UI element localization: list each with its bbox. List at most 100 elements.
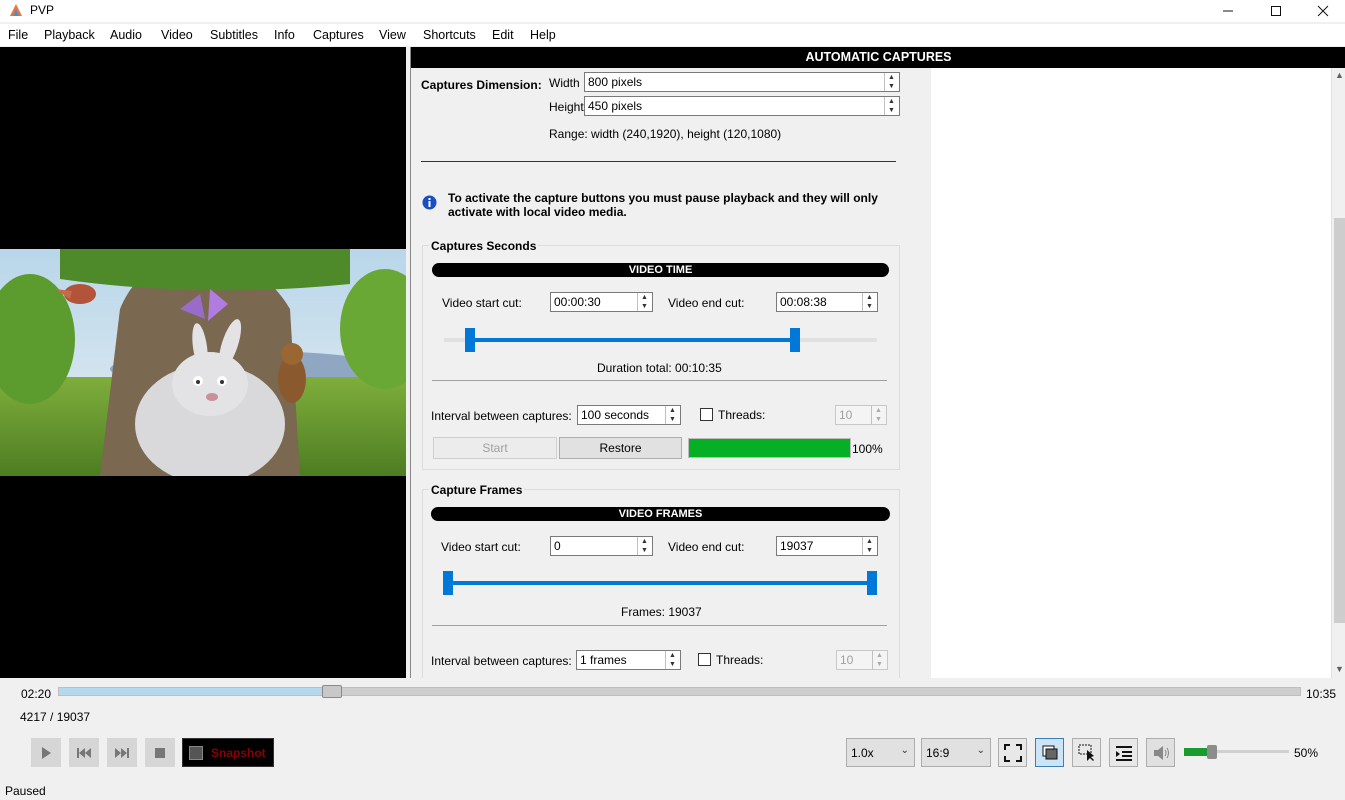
stop-button[interactable] [145,738,175,767]
cursor-select-icon [1078,744,1094,761]
spin-down-icon[interactable]: ▼ [876,660,883,669]
scroll-down-icon[interactable]: ▼ [1335,664,1344,674]
aspect-value: 16:9 [926,746,950,760]
spin-up-icon[interactable]: ▲ [669,406,676,415]
frames-range-slider[interactable] [444,581,877,585]
snapshot-button[interactable]: Snapshot [182,738,274,767]
spin-down-icon[interactable]: ▼ [875,415,882,424]
spin-up-icon[interactable]: ▲ [866,293,873,302]
seconds-start-handle[interactable] [464,328,475,352]
captures-panel-button[interactable] [1035,738,1064,767]
aspect-select[interactable]: 16:9 ⌄ [921,738,991,767]
frames-threads-spinbox[interactable]: 10 ▲ ▼ [836,650,888,670]
scroll-up-icon[interactable]: ▲ [1335,70,1344,80]
scrollbar-thumb[interactable] [1334,218,1345,623]
video-time-band: VIDEO TIME [432,263,889,277]
seek-bar[interactable] [58,685,1301,698]
spin-up-icon[interactable]: ▲ [866,537,873,546]
spin-down-icon[interactable]: ▼ [888,82,895,91]
spin-up-icon[interactable]: ▲ [641,537,648,546]
frames-start-spinbox[interactable]: 0 ▲ ▼ [550,536,653,556]
restore-button[interactable]: Restore [559,437,682,459]
capture-frames-label: Capture Frames [429,483,525,497]
seconds-interval-spinbox[interactable]: 100 seconds ▲ ▼ [577,405,681,425]
menu-subtitles[interactable]: Subtitles [210,28,258,42]
spin-down-icon[interactable]: ▼ [888,106,895,115]
menu-video[interactable]: Video [161,28,193,42]
frames-start-handle[interactable] [443,571,453,595]
menu-help[interactable]: Help [530,28,556,42]
next-button[interactable] [107,738,137,767]
volume-handle[interactable] [1207,745,1218,759]
start-button[interactable]: Start [433,437,557,459]
menu-edit[interactable]: Edit [492,28,514,42]
menu-bar: File Playback Audio Video Subtitles Info… [0,24,1345,46]
seconds-interval-value: 100 seconds [581,408,650,422]
width-spinbox[interactable]: 800 pixels ▲ ▼ [584,72,900,92]
capture-progress-percent: 100% [852,442,883,456]
mute-button[interactable] [1146,738,1175,767]
video-frame-image [0,249,406,476]
title-bar: PVP [0,0,1345,22]
spin-down-icon[interactable]: ▼ [641,302,648,311]
play-button[interactable] [31,738,61,767]
capture-progress-fill [689,439,850,457]
seek-bar-fill [59,688,333,695]
spin-up-icon[interactable]: ▲ [876,651,883,660]
spin-down-icon[interactable]: ▼ [669,660,676,669]
spin-down-icon[interactable]: ▼ [866,302,873,311]
app-icon [10,4,22,16]
status-text: Paused [5,784,46,798]
panel-body: Captures Dimension: Width 800 pixels ▲ ▼ … [411,68,1331,678]
spin-up-icon[interactable]: ▲ [641,293,648,302]
seconds-end-label: Video end cut: [668,296,745,310]
info-text-line2: activate with local video media. [448,205,627,219]
minimize-button[interactable] [1205,0,1251,22]
menu-audio[interactable]: Audio [110,28,142,42]
frames-interval-value: 1 frames [580,653,627,667]
spin-down-icon[interactable]: ▼ [641,546,648,555]
fullscreen-button[interactable] [998,738,1027,767]
frames-end-handle[interactable] [867,571,877,595]
window-title: PVP [30,3,55,17]
seek-bar-handle[interactable] [322,685,343,698]
seconds-end-spinbox[interactable]: 00:08:38 ▲ ▼ [776,292,878,312]
snapshot-icon [189,746,203,760]
close-button[interactable] [1300,0,1345,22]
menu-playback[interactable]: Playback [44,28,95,42]
menu-info[interactable]: Info [274,28,295,42]
frames-threads-checkbox[interactable] [698,653,711,666]
seconds-range-slider[interactable] [444,338,877,342]
seconds-threads-spinbox[interactable]: 10 ▲ ▼ [835,405,887,425]
maximize-button[interactable] [1253,0,1299,22]
spin-up-icon[interactable]: ▲ [669,651,676,660]
seconds-threads-value: 10 [839,408,853,422]
speed-select[interactable]: 1.0x ⌄ [846,738,915,767]
duration-total-text: Duration total: 00:10:35 [597,361,722,375]
seconds-end-handle[interactable] [789,328,800,352]
seconds-threads-checkbox[interactable] [700,408,713,421]
playlist-button[interactable] [1109,738,1138,767]
selection-button[interactable] [1072,738,1101,767]
spin-up-icon[interactable]: ▲ [875,406,882,415]
menu-shortcuts[interactable]: Shortcuts [423,28,476,42]
frames-start-label: Video start cut: [441,540,521,554]
volume-slider[interactable] [1184,745,1289,759]
height-label: Height [549,100,584,114]
panel-scrollbar[interactable]: ▲ ▼ [1331,68,1345,678]
menu-view[interactable]: View [379,28,406,42]
spin-up-icon[interactable]: ▲ [888,73,895,82]
height-spinbox[interactable]: 450 pixels ▲ ▼ [584,96,900,116]
spin-down-icon[interactable]: ▼ [669,415,676,424]
menu-captures[interactable]: Captures [313,28,364,42]
menu-file[interactable]: File [8,28,28,42]
info-icon [422,195,437,210]
speed-value: 1.0x [851,746,874,760]
frames-end-spinbox[interactable]: 19037 ▲ ▼ [776,536,878,556]
spin-up-icon[interactable]: ▲ [888,97,895,106]
seconds-start-spinbox[interactable]: 00:00:30 ▲ ▼ [550,292,653,312]
spin-down-icon[interactable]: ▼ [866,546,873,555]
video-display[interactable] [0,47,406,678]
frames-interval-spinbox[interactable]: 1 frames ▲ ▼ [576,650,681,670]
previous-button[interactable] [69,738,99,767]
